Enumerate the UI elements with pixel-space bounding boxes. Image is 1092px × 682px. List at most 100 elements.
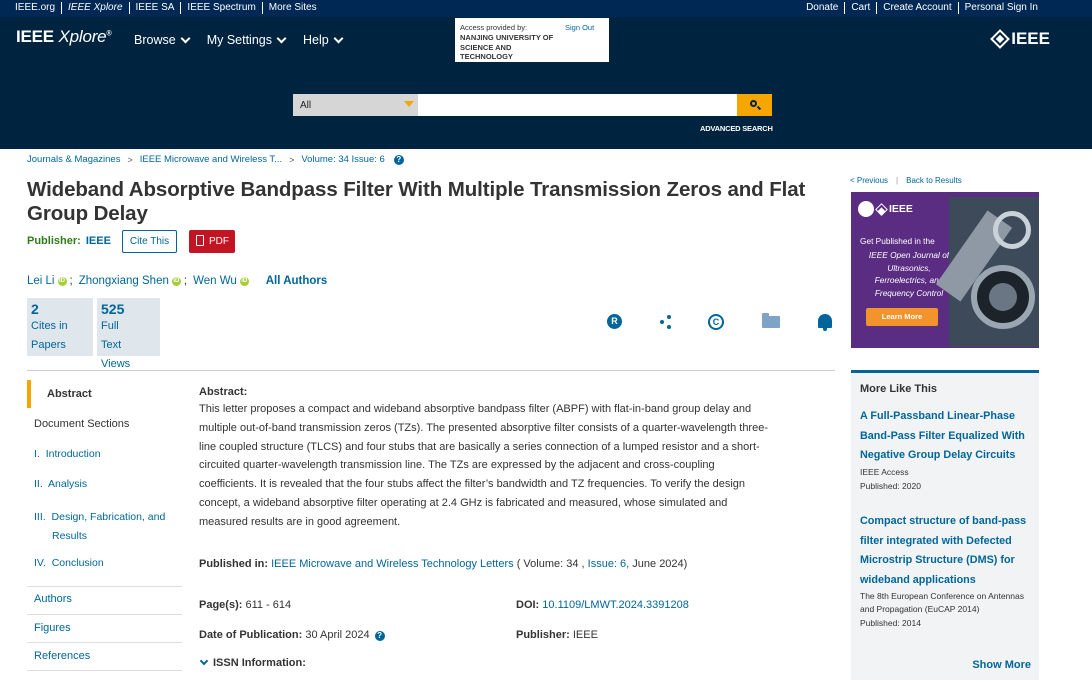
previous-link[interactable]: < Previous xyxy=(850,176,888,185)
ad-artwork-disc-center xyxy=(989,283,1017,311)
issn-information-toggle[interactable]: ISSN Information: xyxy=(199,656,306,669)
publisher-line: Publisher: IEEE xyxy=(27,235,111,247)
abstract-line: circuited quarter-wavelength transmissio… xyxy=(199,459,715,472)
section-analysis[interactable]: II. Analysis xyxy=(34,478,87,490)
search-scope-dropdown[interactable]: All xyxy=(293,94,418,116)
orcid-icon[interactable]: iD xyxy=(171,276,181,286)
copyright-icon[interactable]: C xyxy=(708,314,724,330)
section-label: Introduction xyxy=(45,448,101,460)
document-sections-heading[interactable]: Document Sections xyxy=(34,418,129,430)
date-of-publication-info: Date of Publication: 30 April 2024 ? xyxy=(199,629,385,641)
orcid-icon[interactable]: iD xyxy=(239,276,249,286)
ieee-xplore-logo[interactable]: IEEE Xplore® xyxy=(16,27,112,47)
related-article-published: Published: 2014 xyxy=(860,618,921,628)
section-conclusion[interactable]: IV. Conclusion xyxy=(34,557,104,569)
create-account-link[interactable]: Create Account xyxy=(877,2,959,14)
cites-count: 2 xyxy=(31,301,39,317)
author-link[interactable]: Wen Wu xyxy=(193,275,237,287)
brand-registered: ® xyxy=(106,30,112,38)
ieee-sites-links: IEEE.org IEEE Xplore IEEE SA IEEE Spectr… xyxy=(15,2,323,14)
article-title: Wideband Absorptive Bandpass Filter With… xyxy=(27,178,806,225)
cite-this-button[interactable]: Cite This xyxy=(122,230,177,253)
section-label-continued: Results xyxy=(52,530,88,542)
ieee-org-link[interactable]: IEEE.org xyxy=(15,2,63,14)
nav-authors[interactable]: Authors xyxy=(34,593,72,605)
advanced-search-link[interactable]: ADVANCED SEARCH xyxy=(700,124,773,133)
back-to-results-link[interactable]: Back to Results xyxy=(906,176,962,185)
show-more-link[interactable]: Show More xyxy=(972,659,1031,671)
search-bar: All xyxy=(293,94,772,116)
search-input[interactable] xyxy=(418,94,737,116)
nav-abstract[interactable]: Abstract xyxy=(47,388,92,400)
related-article-title[interactable]: A Full-Passband Linear-Phase Band-Pass F… xyxy=(860,410,1025,461)
search-button[interactable] xyxy=(737,94,772,116)
published-in-journal-link[interactable]: IEEE Microwave and Wireless Technology L… xyxy=(271,558,514,570)
more-sites-link[interactable]: More Sites xyxy=(263,2,323,14)
help-icon[interactable]: ? xyxy=(374,631,385,641)
nav-help[interactable]: Help xyxy=(303,33,344,47)
related-article-source: The 8th European Conference on Antennas … xyxy=(860,591,1024,614)
abstract-line: measured results are in good agreement. xyxy=(199,515,401,528)
sign-out-link[interactable]: Sign Out xyxy=(565,23,594,32)
section-number: IV. xyxy=(34,557,46,569)
share-icon[interactable] xyxy=(659,314,673,330)
all-authors-link[interactable]: All Authors xyxy=(266,275,328,287)
ieee-xplore-link[interactable]: IEEE Xplore xyxy=(62,2,130,14)
publisher-label: Publisher: xyxy=(516,629,570,641)
nav-references[interactable]: References xyxy=(34,650,90,662)
nav-my-settings[interactable]: My Settings xyxy=(206,33,287,47)
section-design-fabrication-results[interactable]: III. Design, Fabrication, and Results xyxy=(34,508,165,546)
ad-logo-text: IEEE xyxy=(889,203,913,215)
help-icon[interactable]: ? xyxy=(393,154,404,165)
ieee-logo[interactable]: IEEE xyxy=(990,29,1050,49)
pdf-button[interactable]: PDF xyxy=(189,230,235,253)
institutional-access-box: Access provided by: NANJING UNIVERSITY O… xyxy=(455,18,609,62)
donate-link[interactable]: Donate xyxy=(806,2,846,14)
breadcrumb-publication[interactable]: IEEE Microwave and Wireless T... xyxy=(140,154,282,165)
search-icon xyxy=(750,100,757,107)
breadcrumb-issue[interactable]: Volume: 34 Issue: 6 xyxy=(301,154,384,165)
result-navigation: < Previous | Back to Results xyxy=(850,176,962,185)
breadcrumb-separator: > xyxy=(289,154,295,165)
pdf-label: PDF xyxy=(209,236,229,247)
access-organization: NANJING UNIVERSITY OF SCIENCE AND TECHNO… xyxy=(460,33,554,61)
section-introduction[interactable]: I. Introduction xyxy=(34,448,101,460)
related-article: Compact structure of band-pass filter in… xyxy=(860,511,1032,630)
search-scope-value: All xyxy=(300,100,312,111)
alert-bell-icon[interactable] xyxy=(818,314,832,331)
chevron-down-icon xyxy=(180,33,191,43)
cites-in-papers-metric[interactable]: 2 Cites in Papers xyxy=(27,298,93,356)
abstract-line: concept, a wideband absorptive filter op… xyxy=(199,496,728,509)
ieee-spectrum-link[interactable]: IEEE Spectrum xyxy=(181,2,263,14)
learn-more-button[interactable]: Learn More xyxy=(866,308,938,326)
personal-sign-in-link[interactable]: Personal Sign In xyxy=(959,2,1044,14)
ieee-diamond-icon xyxy=(990,29,1011,49)
more-like-this-heading: More Like This xyxy=(860,383,938,395)
doi-link[interactable]: 10.1109/LMWT.2024.3391208 xyxy=(542,599,689,611)
section-label: Conclusion xyxy=(51,557,104,569)
publisher-value: IEEE xyxy=(85,235,111,247)
rights-icon[interactable]: R xyxy=(607,314,622,329)
cart-link[interactable]: Cart xyxy=(845,2,878,14)
published-in-issue-link[interactable]: Issue: 6, xyxy=(588,558,630,570)
more-like-this-panel: More Like This A Full-Passband Linear-Ph… xyxy=(851,370,1039,680)
advertisement-banner[interactable]: IEEE Get Published in the IEEE Open Jour… xyxy=(851,192,1039,348)
chevron-down-icon xyxy=(199,656,209,666)
ieee-sa-link[interactable]: IEEE SA xyxy=(130,2,182,14)
author-link[interactable]: Lei Li xyxy=(27,275,55,287)
breadcrumb-journals[interactable]: Journals & Magazines xyxy=(27,154,120,165)
abstract-section: Abstract: This letter proposes a compact… xyxy=(199,386,831,532)
orcid-icon[interactable]: iD xyxy=(57,276,67,286)
divider xyxy=(27,370,835,371)
related-article-title[interactable]: Compact structure of band-pass filter in… xyxy=(860,515,1026,586)
account-links: Donate Cart Create Account Personal Sign… xyxy=(806,2,1044,14)
section-number: I. xyxy=(34,448,40,460)
nav-browse[interactable]: Browse xyxy=(134,33,191,47)
author-link[interactable]: Zhongxiang Shen xyxy=(79,275,169,287)
folder-icon[interactable] xyxy=(762,313,780,328)
divider xyxy=(27,670,182,671)
active-indicator xyxy=(27,380,31,408)
nav-figures[interactable]: Figures xyxy=(34,622,71,634)
nav-my-settings-label: My Settings xyxy=(206,33,272,47)
breadcrumb-separator: > xyxy=(127,154,133,165)
